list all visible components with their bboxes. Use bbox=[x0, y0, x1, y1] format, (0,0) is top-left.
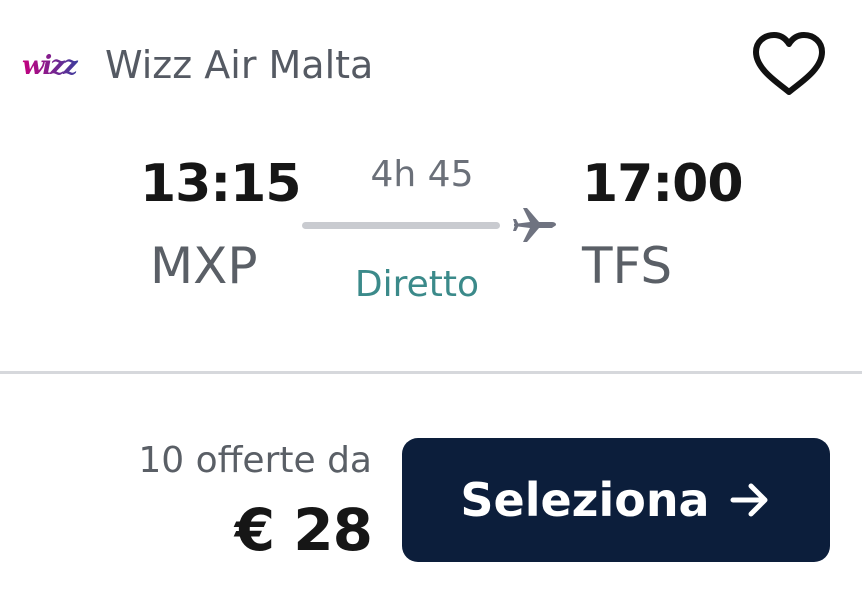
wizz-logo-icon: wizz bbox=[22, 51, 81, 81]
stops-label: Diretto bbox=[354, 264, 480, 305]
svg-text:wizz: wizz bbox=[22, 51, 79, 80]
select-button-label: Seleziona bbox=[460, 473, 710, 527]
departure-time: 13:15 bbox=[140, 154, 302, 214]
arrival-airport: TFS bbox=[582, 237, 673, 295]
arrow-right-icon bbox=[730, 483, 768, 517]
divider bbox=[0, 371, 862, 374]
select-button[interactable]: Seleziona bbox=[402, 438, 830, 562]
airline-name: Wizz Air Malta bbox=[105, 43, 374, 87]
flight-duration: 4h 45 bbox=[370, 154, 474, 195]
plane-icon bbox=[510, 200, 560, 250]
offers-count: 10 offerte da bbox=[138, 440, 372, 481]
heart-outline-icon bbox=[753, 32, 825, 95]
favorite-button[interactable] bbox=[750, 30, 828, 100]
flight-result-card: wizz Wizz Air Malta 13:15 MXP 4h 45 Dire… bbox=[0, 0, 862, 602]
airline-logo: wizz bbox=[20, 50, 90, 81]
route-line bbox=[302, 222, 500, 229]
arrival-time: 17:00 bbox=[582, 154, 744, 214]
departure-airport: MXP bbox=[150, 237, 258, 295]
price: € 28 bbox=[234, 496, 373, 564]
